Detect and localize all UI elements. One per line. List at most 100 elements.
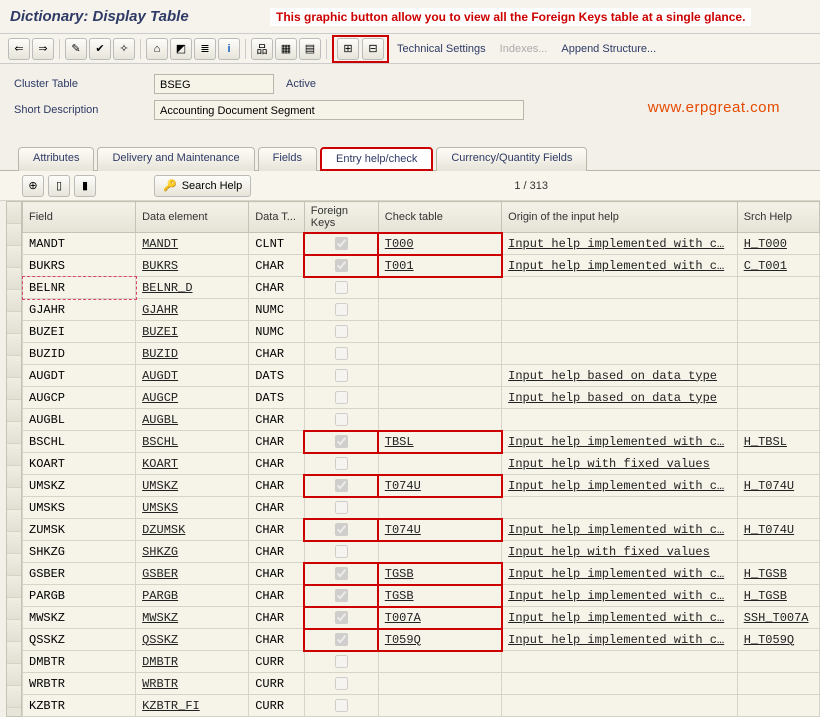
cell-data-element[interactable]: BSCHL [136,431,249,453]
cell-srch-help[interactable]: C_T001 [737,255,819,277]
toggle-icon[interactable]: ✎ [65,38,87,60]
cell-field[interactable]: UMSKS [23,497,136,519]
cell-data-element[interactable]: UMSKZ [136,475,249,497]
cell-field[interactable]: BSCHL [23,431,136,453]
cell-field[interactable]: MANDT [23,233,136,255]
info-icon[interactable]: i [218,38,240,60]
table-row[interactable]: SHKZGSHKZGCHARInput help with fixed valu… [23,541,820,563]
col-data-type[interactable]: Data T... [249,202,305,233]
table-row[interactable]: QSSKZQSSKZCHART059QInput help implemente… [23,629,820,651]
table-row[interactable]: BUZEIBUZEINUMC [23,321,820,343]
col-origin-help[interactable]: Origin of the input help [502,202,738,233]
cell-field[interactable]: KZBTR [23,695,136,717]
technical-settings-link[interactable]: Technical Settings [397,43,486,55]
cell-data-element[interactable]: PARGB [136,585,249,607]
cell-field[interactable]: UMSKZ [23,475,136,497]
cell-srch-help[interactable]: H_T000 [737,233,819,255]
cell-data-element[interactable]: KZBTR_FI [136,695,249,717]
cell-field[interactable]: PARGB [23,585,136,607]
table-row[interactable]: BSCHLBSCHLCHARTBSLInput help implemented… [23,431,820,453]
cell-origin-help[interactable]: Input help implemented with c… [502,563,738,585]
cell-check-table[interactable]: TGSB [378,585,501,607]
cell-field[interactable]: GSBER [23,563,136,585]
table-row[interactable]: UMSKZUMSKZCHART074UInput help implemente… [23,475,820,497]
col-srch-help[interactable]: Srch Help [737,202,819,233]
cell-data-element[interactable]: MWSKZ [136,607,249,629]
table-row[interactable]: PARGBPARGBCHARTGSBInput help implemented… [23,585,820,607]
cell-check-table[interactable]: T007A [378,607,501,629]
tab-fields[interactable]: Fields [258,147,317,171]
short-desc-field[interactable]: Accounting Document Segment [154,100,524,120]
cell-data-element[interactable]: MANDT [136,233,249,255]
cell-origin-help[interactable]: Input help based on data type [502,387,738,409]
table-row[interactable]: AUGCPAUGCPDATSInput help based on data t… [23,387,820,409]
cell-origin-help[interactable]: Input help implemented with c… [502,629,738,651]
table-row[interactable]: WRBTRWRBTRCURR [23,673,820,695]
tab-currency[interactable]: Currency/Quantity Fields [436,147,587,171]
cell-data-element[interactable]: AUGCP [136,387,249,409]
other-object-icon[interactable]: ◩ [170,38,192,60]
back-icon[interactable]: ⇐ [8,38,30,60]
table-row[interactable]: GJAHRGJAHRNUMC [23,299,820,321]
where-used-icon[interactable]: ⌂ [146,38,168,60]
cell-data-element[interactable]: BUZEI [136,321,249,343]
table-row[interactable]: BELNRBELNR_DCHAR [23,277,820,299]
col-icon-2[interactable]: ▮ [74,175,96,197]
cell-check-table[interactable]: T000 [378,233,501,255]
col-icon[interactable]: ▯ [48,175,70,197]
table-row[interactable]: MANDTMANDTCLNTT000Input help implemented… [23,233,820,255]
cell-field[interactable]: BUZEI [23,321,136,343]
cell-origin-help[interactable]: Input help based on data type [502,365,738,387]
cell-srch-help[interactable]: H_T059Q [737,629,819,651]
cell-srch-help[interactable]: H_TBSL [737,431,819,453]
cell-data-element[interactable]: BELNR_D [136,277,249,299]
cell-data-element[interactable]: KOART [136,453,249,475]
cell-origin-help[interactable]: Input help implemented with c… [502,431,738,453]
cell-field[interactable]: BELNR [23,277,136,299]
table-row[interactable]: BUKRSBUKRSCHART001Input help implemented… [23,255,820,277]
activate-icon[interactable]: ✧ [113,38,135,60]
cell-origin-help[interactable]: Input help implemented with c… [502,519,738,541]
hierarchy-icon[interactable]: 品 [251,38,273,60]
cell-data-element[interactable]: WRBTR [136,673,249,695]
cell-data-element[interactable]: QSSKZ [136,629,249,651]
cell-data-element[interactable]: UMSKS [136,497,249,519]
cell-srch-help[interactable]: SSH_T007A [737,607,819,629]
cell-origin-help[interactable]: Input help implemented with c… [502,585,738,607]
cell-field[interactable]: ZUMSK [23,519,136,541]
cell-field[interactable]: WRBTR [23,673,136,695]
table-row[interactable]: DMBTRDMBTRCURR [23,651,820,673]
cell-data-element[interactable]: GJAHR [136,299,249,321]
forward-icon[interactable]: ⇒ [32,38,54,60]
table-row[interactable]: ZUMSKDZUMSKCHART074UInput help implement… [23,519,820,541]
table-row[interactable]: KZBTRKZBTR_FICURR [23,695,820,717]
cell-check-table[interactable]: T001 [378,255,501,277]
cell-check-table[interactable]: T074U [378,475,501,497]
cell-data-element[interactable]: DMBTR [136,651,249,673]
col-foreign-keys[interactable]: Foreign Keys [304,202,378,233]
col-field[interactable]: Field [23,202,136,233]
cell-check-table[interactable]: TBSL [378,431,501,453]
cell-data-element[interactable]: DZUMSK [136,519,249,541]
table-row[interactable]: AUGBLAUGBLCHAR [23,409,820,431]
cell-check-table[interactable]: TGSB [378,563,501,585]
cell-field[interactable]: DMBTR [23,651,136,673]
cell-field[interactable]: MWSKZ [23,607,136,629]
cell-data-element[interactable]: BUKRS [136,255,249,277]
cell-origin-help[interactable]: Input help with fixed values [502,541,738,563]
cell-check-table[interactable]: T074U [378,519,501,541]
cell-field[interactable]: AUGDT [23,365,136,387]
expand-icon[interactable]: ⊕ [22,175,44,197]
table-row[interactable]: AUGDTAUGDTDATSInput help based on data t… [23,365,820,387]
cell-check-table[interactable]: T059Q [378,629,501,651]
row-selector-gutter[interactable] [6,201,22,717]
cell-data-element[interactable]: SHKZG [136,541,249,563]
cell-field[interactable]: BUKRS [23,255,136,277]
graphic-icon[interactable]: ▤ [299,38,321,60]
tab-delivery[interactable]: Delivery and Maintenance [97,147,254,171]
cell-srch-help[interactable]: H_TGSB [737,585,819,607]
table-row[interactable]: MWSKZMWSKZCHART007AInput help implemente… [23,607,820,629]
check-icon[interactable]: ✔ [89,38,111,60]
cell-field[interactable]: SHKZG [23,541,136,563]
cell-field[interactable]: AUGBL [23,409,136,431]
